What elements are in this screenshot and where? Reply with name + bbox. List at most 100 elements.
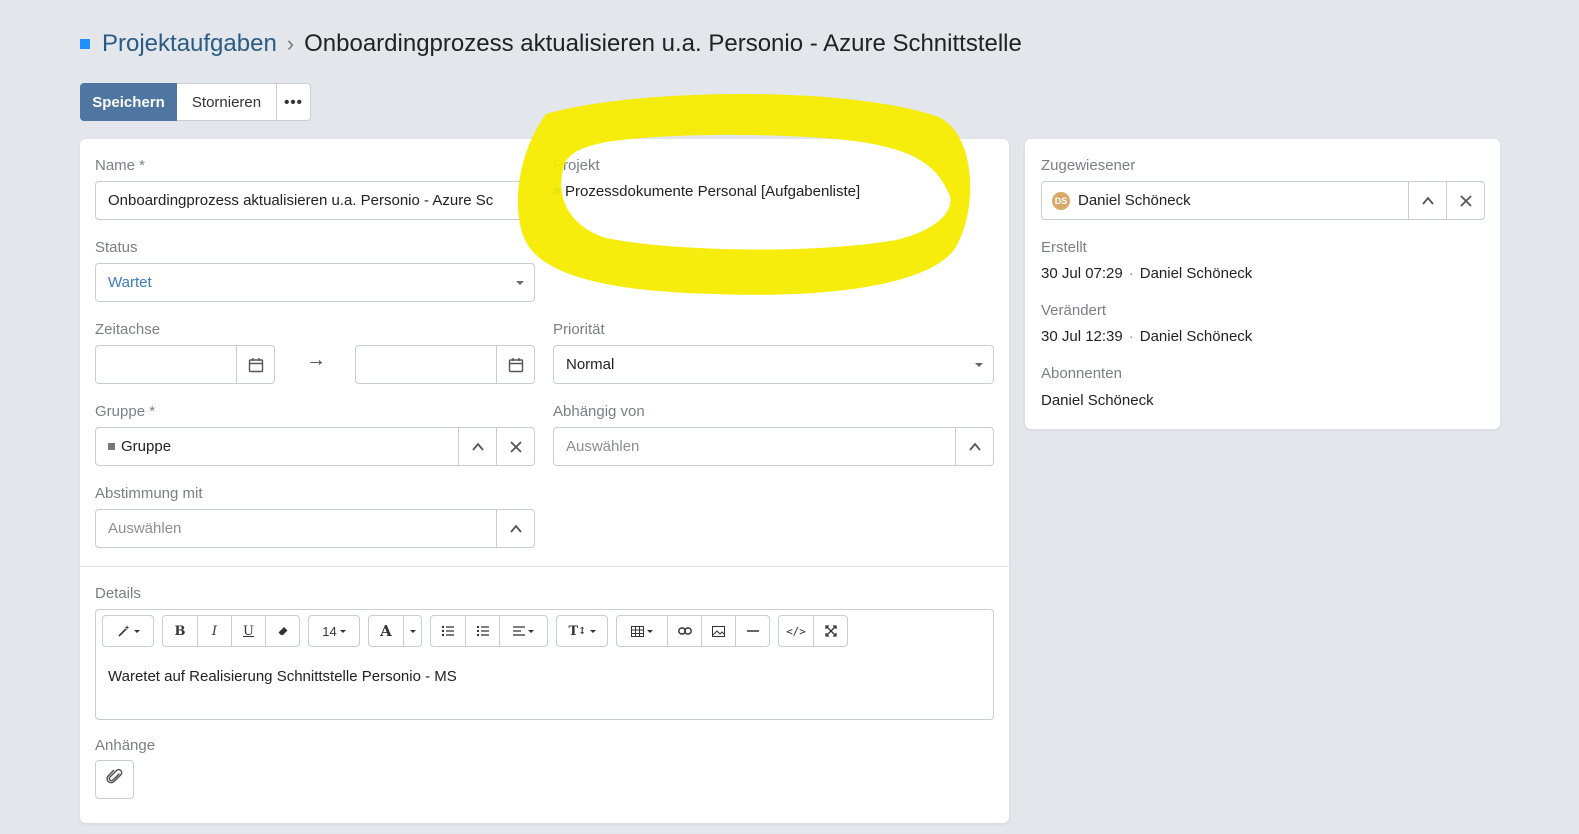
priority-label: Priorität: [553, 321, 605, 338]
subscribers-label: Abonnenten: [1041, 365, 1122, 382]
calendar-icon[interactable]: [496, 346, 534, 383]
depends-on-label: Abhängig von: [553, 403, 645, 420]
priority-select[interactable]: Normal: [553, 345, 994, 384]
chevron-down-icon: [528, 629, 534, 633]
coordination-label: Abstimmung mit: [95, 485, 203, 502]
subscribers-value[interactable]: Daniel Schöneck: [1041, 392, 1154, 409]
priority-value: Normal: [566, 356, 615, 373]
start-date-input[interactable]: [95, 345, 275, 384]
created-label: Erstellt: [1041, 239, 1087, 256]
numbered-list-icon[interactable]: [465, 616, 499, 646]
separator-dot: ·: [1128, 265, 1134, 282]
paperclip-icon: [105, 768, 124, 791]
save-button[interactable]: Speichern: [80, 83, 177, 121]
name-input[interactable]: Onboardingprozess aktualisieren u.a. Per…: [95, 181, 535, 220]
chevron-down-icon: [975, 362, 983, 367]
font-color-icon[interactable]: A: [369, 616, 403, 646]
group-value-wrap: Gruppe: [96, 438, 458, 455]
style-group: [102, 615, 154, 647]
link-icon[interactable]: [667, 616, 701, 646]
created-user[interactable]: Daniel Schöneck: [1140, 265, 1253, 282]
name-input-value: Onboardingprozess aktualisieren u.a. Per…: [108, 192, 494, 209]
text-height-group: T ↕: [556, 615, 608, 647]
coordination-placeholder: Auswählen: [108, 520, 182, 537]
table-icon[interactable]: [617, 616, 667, 646]
modified-user[interactable]: Daniel Schöneck: [1140, 328, 1253, 345]
magic-wand-icon[interactable]: [103, 616, 153, 646]
breadcrumb-separator: ›: [286, 31, 295, 56]
assignee-value: Daniel Schöneck: [1078, 192, 1191, 209]
editor-content[interactable]: Waretet auf Realisierung Schnittstelle P…: [108, 668, 457, 685]
created-date: 30 Jul 07:29: [1041, 265, 1123, 282]
eraser-icon[interactable]: [265, 616, 299, 646]
bullet-list-icon[interactable]: [431, 616, 465, 646]
rich-text-editor[interactable]: B I U 14 A T ↕ </> Waretet auf Realisier…: [95, 609, 994, 720]
page-title: Onboardingprozess aktualisieren u.a. Per…: [304, 30, 1022, 57]
modified-date: 30 Jul 12:39: [1041, 328, 1123, 345]
modified-label: Verändert: [1041, 302, 1107, 319]
chevron-up-icon[interactable]: [458, 428, 496, 465]
calendar-icon[interactable]: [236, 346, 274, 383]
font-size-group: 14: [308, 615, 360, 647]
project-color-icon: [553, 188, 560, 195]
timeline-label: Zeitachse: [95, 321, 161, 338]
fullscreen-icon[interactable]: [813, 616, 847, 646]
project-link[interactable]: Prozessdokumente Personal [Aufgabenliste…: [553, 183, 860, 200]
group-label: Gruppe *: [95, 403, 156, 420]
breadcrumb: Projektaufgaben › Onboardingprozess aktu…: [80, 28, 1022, 60]
editor-toolbar: B I U 14 A T ↕ </>: [102, 615, 848, 647]
bold-icon[interactable]: B: [163, 616, 197, 646]
depends-on-placeholder: Auswählen: [566, 438, 640, 455]
group-color-icon: [108, 443, 115, 450]
details-sidebar-card: Zugewiesener DS Daniel Schöneck Erstellt…: [1025, 139, 1500, 429]
avatar: DS: [1052, 191, 1070, 210]
task-form-card: Name * Onboardingprozess aktualisieren u…: [80, 139, 1009, 823]
group-select[interactable]: Gruppe: [95, 427, 535, 466]
close-icon[interactable]: [1446, 182, 1484, 219]
color-group: A: [368, 615, 422, 647]
chevron-down-icon: [339, 629, 346, 633]
more-options-button[interactable]: •••: [277, 83, 311, 121]
status-select[interactable]: Wartet: [95, 263, 535, 302]
action-button-group: Speichern Stornieren •••: [80, 83, 311, 121]
font-color-dropdown[interactable]: [403, 616, 421, 646]
chevron-down-icon: [516, 280, 524, 285]
chevron-up-icon[interactable]: [955, 428, 993, 465]
italic-icon[interactable]: I: [197, 616, 231, 646]
font-size-value: 14: [322, 623, 337, 639]
close-icon[interactable]: [496, 428, 534, 465]
list-group: [430, 615, 548, 647]
format-group: B I U: [162, 615, 300, 647]
assignee-label: Zugewiesener: [1041, 157, 1136, 174]
text-height-icon[interactable]: T ↕: [557, 616, 607, 646]
separator-dot: ·: [1128, 328, 1134, 345]
chevron-down-icon: [133, 629, 140, 633]
arrow-right-icon: →: [306, 349, 326, 371]
font-size-select[interactable]: 14: [309, 616, 359, 646]
group-value: Gruppe: [121, 438, 172, 455]
code-view-icon[interactable]: </>: [779, 616, 813, 646]
assignee-select[interactable]: DS Daniel Schöneck: [1041, 181, 1485, 220]
status-label: Status: [95, 239, 138, 256]
breadcrumb-parent-link[interactable]: Projektaufgaben: [102, 30, 277, 58]
coordination-select[interactable]: Auswählen: [95, 509, 535, 548]
attach-button[interactable]: [95, 760, 134, 799]
name-label: Name *: [95, 157, 146, 174]
underline-icon[interactable]: U: [231, 616, 265, 646]
insert-group: [616, 615, 770, 647]
created-info: 30 Jul 07:29 · Daniel Schöneck: [1041, 265, 1252, 282]
chevron-up-icon[interactable]: [496, 510, 534, 547]
chevron-up-icon[interactable]: [1408, 182, 1446, 219]
view-group: </>: [778, 615, 848, 647]
details-label: Details: [95, 585, 141, 602]
chevron-down-icon: [647, 629, 653, 633]
project-label: Projekt: [553, 157, 600, 174]
depends-on-select[interactable]: Auswählen: [553, 427, 994, 466]
end-date-input[interactable]: [355, 345, 535, 384]
project-value: Prozessdokumente Personal [Aufgabenliste…: [565, 183, 861, 200]
attachments-label: Anhänge: [95, 737, 156, 754]
align-icon[interactable]: [499, 616, 547, 646]
cancel-button[interactable]: Stornieren: [177, 83, 277, 121]
image-icon[interactable]: [701, 616, 735, 646]
horizontal-rule-icon[interactable]: [735, 616, 769, 646]
